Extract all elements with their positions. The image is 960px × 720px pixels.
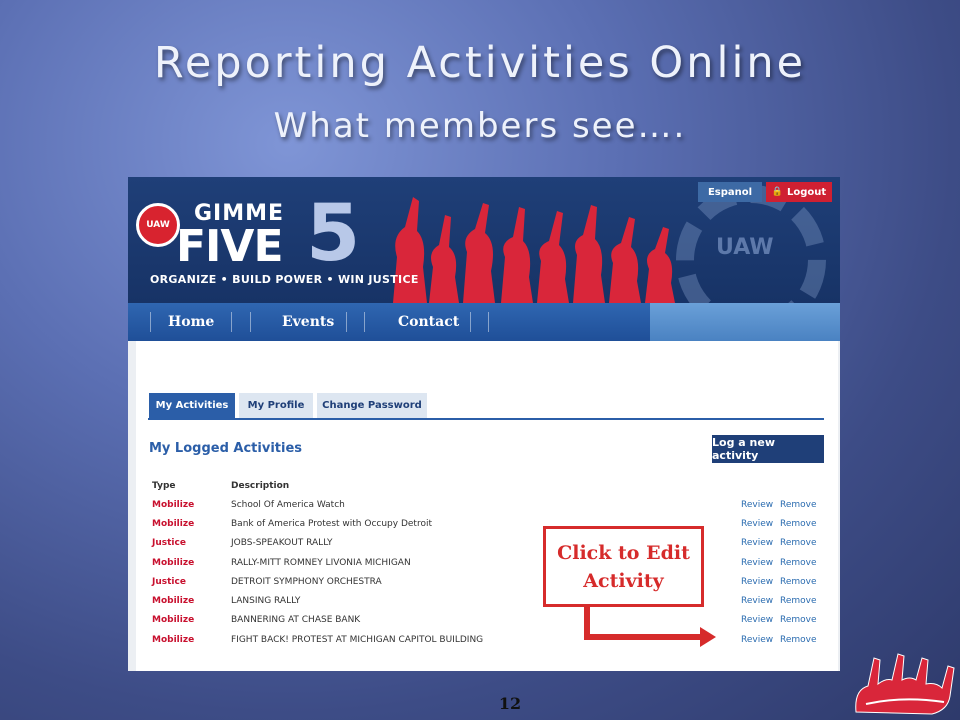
review-link[interactable]: Review xyxy=(741,596,773,606)
row-type: Mobilize xyxy=(152,635,195,645)
review-link[interactable]: Review xyxy=(741,519,773,529)
remove-link[interactable]: Remove xyxy=(780,519,817,529)
logout-button[interactable]: 🔒 Logout xyxy=(766,182,832,202)
section-title: My Logged Activities xyxy=(149,441,303,456)
logo-tagline: ORGANIZE • BUILD POWER • WIN JUSTICE xyxy=(150,273,419,286)
review-link[interactable]: Review xyxy=(741,635,773,645)
logo-five: FIVE xyxy=(176,221,284,272)
column-header-description: Description xyxy=(231,481,290,491)
tab-my-activities[interactable]: My Activities xyxy=(149,393,235,418)
row-type: Justice xyxy=(152,577,186,587)
remove-link[interactable]: Remove xyxy=(780,596,817,606)
nav-divider xyxy=(488,312,489,332)
remove-link[interactable]: Remove xyxy=(780,615,817,625)
logo-5: 5 xyxy=(306,189,361,279)
tab-change-password[interactable]: Change Password xyxy=(317,393,427,418)
nav-divider xyxy=(470,312,471,332)
log-new-activity-button[interactable]: Log a new activity xyxy=(712,435,824,463)
arrow-right-icon xyxy=(700,627,716,647)
crowd-silhouette-icon xyxy=(393,197,675,303)
row-type: Mobilize xyxy=(152,519,195,529)
nav-divider xyxy=(150,312,151,332)
row-type: Mobilize xyxy=(152,615,195,625)
callout-arrow-shaft xyxy=(584,634,702,640)
nav-divider xyxy=(231,312,232,332)
site-banner: UAW UAW GIMME FIVE 5 ORGANIZE • BUILD PO… xyxy=(128,177,840,335)
espanol-button[interactable]: Espanol xyxy=(698,182,762,202)
tab-underline xyxy=(148,418,824,420)
remove-link[interactable]: Remove xyxy=(780,538,817,548)
row-description: BANNERING AT CHASE BANK xyxy=(231,615,361,625)
row-description: School Of America Watch xyxy=(231,500,345,510)
review-link[interactable]: Review xyxy=(741,577,773,587)
slide-subtitle: What members see…. xyxy=(273,106,687,146)
banner-watermark: UAW xyxy=(716,235,774,260)
row-type: Justice xyxy=(152,538,186,548)
slide-title: Reporting Activities Online xyxy=(153,38,807,88)
review-link[interactable]: Review xyxy=(741,500,773,510)
row-type: Mobilize xyxy=(152,500,195,510)
website-screenshot: UAW UAW GIMME FIVE 5 ORGANIZE • BUILD PO… xyxy=(128,177,840,671)
nav-right-panel xyxy=(650,303,840,341)
remove-link[interactable]: Remove xyxy=(780,500,817,510)
lock-icon: 🔒 xyxy=(771,187,784,197)
nav-divider xyxy=(346,312,347,332)
row-description: LANSING RALLY xyxy=(231,596,301,606)
row-type: Mobilize xyxy=(152,558,195,568)
column-header-type: Type xyxy=(152,481,176,491)
row-type: Mobilize xyxy=(152,596,195,606)
row-description: DETROIT SYMPHONY ORCHESTRA xyxy=(231,577,382,587)
remove-link[interactable]: Remove xyxy=(780,635,817,645)
row-description: Bank of America Protest with Occupy Detr… xyxy=(231,519,432,529)
callout-line-1: Click to Edit xyxy=(557,541,690,564)
row-description: JOBS-SPEAKOUT RALLY xyxy=(231,538,333,548)
nav-divider xyxy=(250,312,251,332)
page-number: 12 xyxy=(498,694,522,713)
remove-link[interactable]: Remove xyxy=(780,577,817,587)
nav-item-home[interactable]: Home xyxy=(168,303,214,341)
row-description: RALLY-MITT ROMNEY LIVONIA MICHIGAN xyxy=(231,558,411,568)
review-link[interactable]: Review xyxy=(741,615,773,625)
logout-label: Logout xyxy=(787,186,827,198)
review-link[interactable]: Review xyxy=(741,558,773,568)
row-description: FIGHT BACK! PROTEST AT MICHIGAN CAPITOL … xyxy=(231,635,484,645)
callout-line-2: Activity xyxy=(583,569,664,592)
tab-my-profile[interactable]: My Profile xyxy=(239,393,313,418)
nav-divider xyxy=(364,312,365,332)
nav-item-events[interactable]: Events xyxy=(282,303,334,341)
callout-box: Click to Edit Activity xyxy=(543,526,704,607)
remove-link[interactable]: Remove xyxy=(780,558,817,568)
review-link[interactable]: Review xyxy=(741,538,773,548)
gimme-five-logo-icon xyxy=(855,653,955,715)
nav-item-contact[interactable]: Contact xyxy=(398,303,459,341)
uaw-seal-icon: UAW xyxy=(136,203,180,247)
